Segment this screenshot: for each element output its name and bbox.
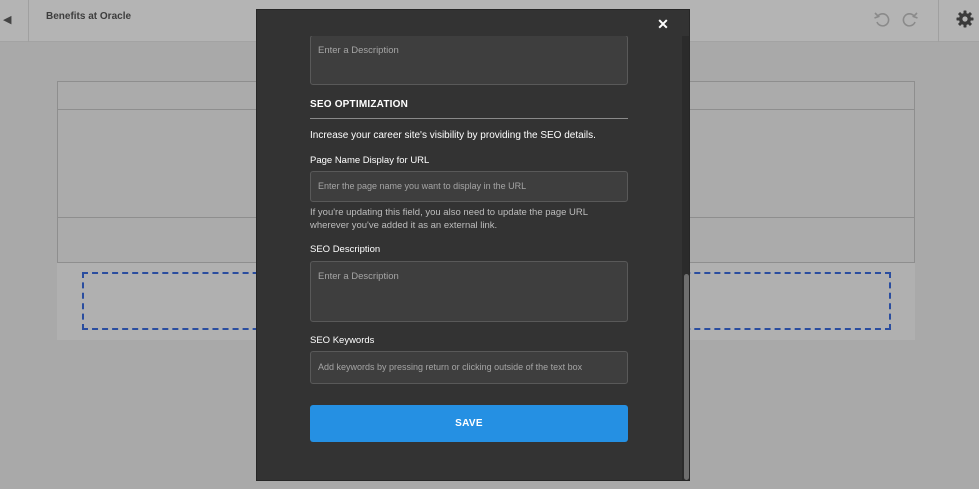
toolbar-divider — [938, 0, 939, 42]
page-settings-modal: Enter a Description SEO OPTIMIZATION Inc… — [256, 9, 690, 481]
scrollbar-thumb[interactable] — [684, 274, 689, 480]
close-icon[interactable]: ✕ — [656, 17, 670, 31]
seo-intro: Increase your career site's visibility b… — [310, 130, 596, 141]
description-textarea[interactable]: Enter a Description — [310, 35, 628, 85]
page-name-label: Page Name Display for URL — [310, 155, 430, 166]
caret-left-icon[interactable]: ◀ — [3, 13, 13, 27]
undo-icon[interactable] — [873, 10, 891, 28]
section-divider — [310, 118, 628, 119]
gear-icon[interactable] — [955, 9, 975, 29]
page-name-help: If you're updating this field, you also … — [310, 207, 588, 231]
seo-heading: SEO OPTIMIZATION — [310, 99, 409, 110]
toolbar-divider — [28, 0, 29, 42]
seo-keywords-input[interactable]: Add keywords by pressing return or click… — [310, 351, 628, 384]
modal-header: ✕ — [257, 10, 689, 36]
save-button[interactable]: SAVE — [310, 405, 628, 442]
seo-description-textarea[interactable]: Enter a Description — [310, 261, 628, 322]
seo-description-label: SEO Description — [310, 244, 381, 255]
page-title: Benefits at Oracle — [46, 11, 132, 22]
redo-icon[interactable] — [901, 10, 919, 28]
page-name-input[interactable]: Enter the page name you want to display … — [310, 171, 628, 202]
seo-keywords-label: SEO Keywords — [310, 335, 375, 346]
